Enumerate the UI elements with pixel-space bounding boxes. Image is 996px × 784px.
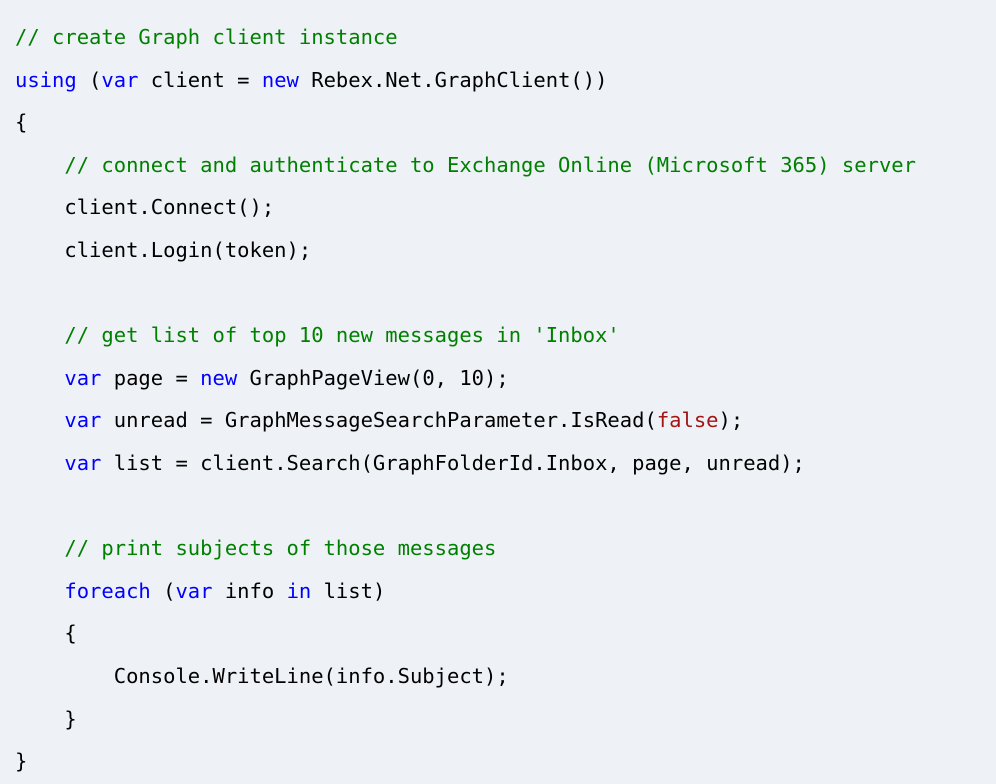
code-keyword: var — [64, 365, 102, 390]
code-literal: false — [656, 408, 719, 433]
code-text: page = — [101, 365, 201, 390]
code-keyword: using — [15, 67, 77, 92]
code-line: { — [15, 612, 996, 655]
code-text: { — [15, 621, 77, 646]
code-comment: // connect and authenticate to Exchange … — [64, 152, 916, 177]
code-keyword: new — [261, 67, 299, 92]
code-comment: // get list of top 10 new messages in 'I… — [64, 323, 620, 348]
code-line: } — [15, 740, 996, 783]
code-line: var page = new GraphPageView(0, 10); — [15, 357, 996, 400]
code-block: // create Graph client instance using (va… — [0, 0, 996, 784]
code-line: client.Connect(); — [15, 186, 996, 229]
code-text: Console.WriteLine(info.Subject); — [15, 663, 509, 688]
code-line: ​ — [15, 272, 996, 315]
code-text: list = client.Search(GraphFolderId.Inbox… — [101, 450, 805, 475]
code-keyword: new — [200, 365, 238, 390]
code-text: ); — [718, 408, 744, 433]
code-comment: // print subjects of those messages — [64, 536, 497, 561]
code-text: client = — [138, 67, 262, 92]
code-text: { — [15, 110, 28, 135]
code-text: } — [15, 706, 77, 731]
code-keyword: var — [64, 408, 102, 433]
code-line: foreach (var info in list) — [15, 570, 996, 613]
code-text: } — [15, 749, 28, 774]
code-line: // create Graph client instance — [15, 16, 996, 59]
code-line: using (var client = new Rebex.Net.GraphC… — [15, 59, 996, 102]
code-text: client.Connect(); — [15, 195, 275, 220]
code-comment: // create Graph client instance — [15, 25, 398, 49]
code-line: var list = client.Search(GraphFolderId.I… — [15, 442, 996, 485]
code-line: } — [15, 698, 996, 741]
code-keyword: foreach — [64, 578, 151, 603]
code-text: info — [212, 578, 287, 603]
code-keyword: var — [175, 578, 213, 603]
code-text: GraphPageView(0, 10); — [237, 365, 509, 390]
code-text: list) — [311, 578, 386, 603]
code-text: ( — [150, 578, 176, 603]
code-text: Rebex.Net.GraphClient()) — [298, 67, 608, 92]
code-keyword: var — [64, 450, 102, 475]
code-line: var unread = GraphMessageSearchParameter… — [15, 399, 996, 442]
code-line: client.Login(token); — [15, 229, 996, 272]
code-line: // connect and authenticate to Exchange … — [15, 144, 996, 187]
code-text: unread = GraphMessageSearchParameter.IsR… — [101, 408, 657, 433]
code-line: Console.WriteLine(info.Subject); — [15, 655, 996, 698]
code-line: { — [15, 101, 996, 144]
code-keyword: var — [101, 67, 139, 92]
code-line: // get list of top 10 new messages in 'I… — [15, 314, 996, 357]
code-keyword: in — [286, 578, 312, 603]
code-line: ​ — [15, 485, 996, 528]
code-text: ( — [76, 67, 102, 92]
code-line: // print subjects of those messages — [15, 527, 996, 570]
code-text: client.Login(token); — [15, 237, 312, 262]
